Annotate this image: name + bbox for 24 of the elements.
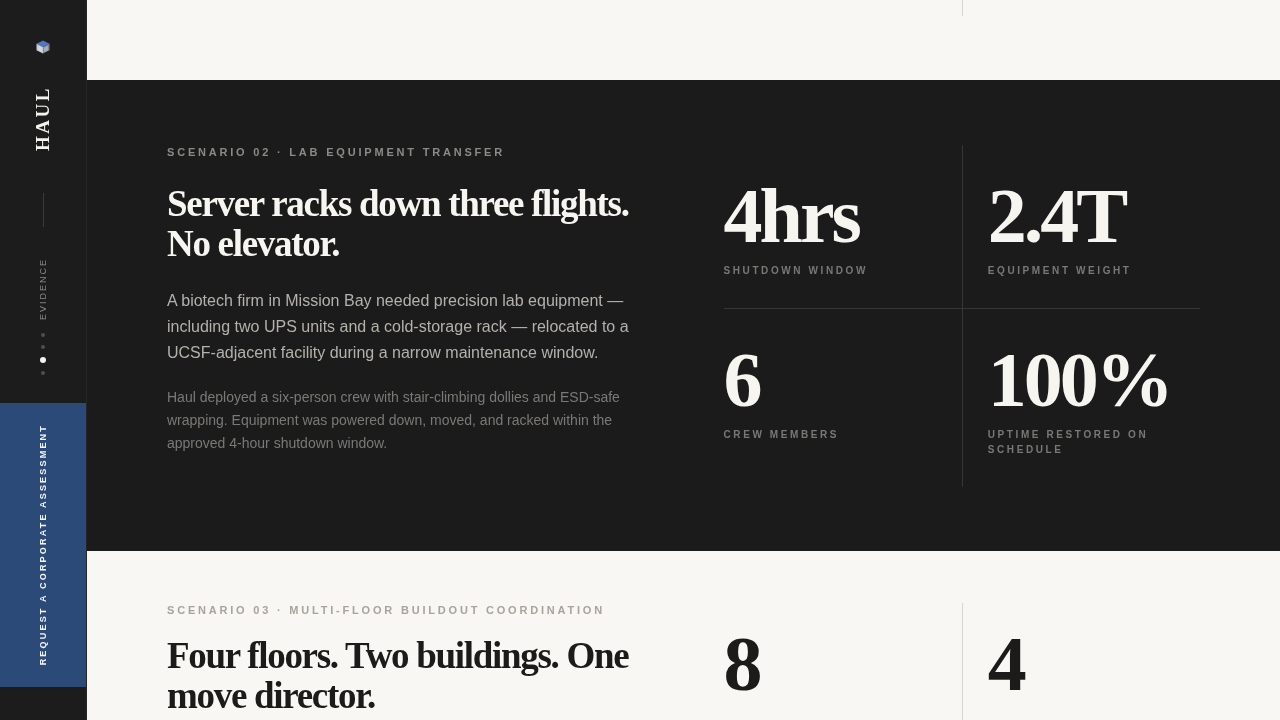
stat-label: SHUTDOWN WINDOW [723,264,870,278]
scenario-heading: Four floors. Two buildings. One move director. [167,636,630,716]
scenario-eyebrow: SCENARIO 03 · MULTI-FLOOR BUILDOUT COORDINATION [167,603,606,618]
stat-label: UPTIME RESTORED ON SCHEDULE [987,428,1150,457]
scenario-eyebrow: SCENARIO 02 · LAB EQUIPMENT TRANSFER [167,145,506,160]
stat-label: EQUIPMENT WEIGHT [987,264,1133,278]
section-dot-icon[interactable] [41,344,45,349]
scenario-detail: Haul deployed a six-person crew with stair-climbing dollies and ESD-safe wrapping. Equipment was powered down, moved, and racked within the approved 4-hour shutdown window. [167,388,621,453]
section-dot-icon[interactable] [41,370,45,375]
stat-value: 4hrs [723,177,861,255]
stat-value: 2.4T [987,177,1127,255]
section-label: EVIDENCE [38,257,48,320]
stat-value: 8 [723,625,761,703]
stat-value: 6 [723,341,761,419]
brand-wordmark: HAUL [33,86,53,151]
cube-icon [36,40,50,54]
stat-value: 4 [987,625,1026,703]
scenario-heading: Server racks down three flights. No elevator. [167,184,630,264]
section-dot-icon[interactable] [40,356,46,363]
stat-value: 100% [987,341,1172,419]
scenario-summary: A biotech firm in Mission Bay needed precision lab equipment — including two UPS units and a cold-storage rack — relocated to a UCSF-adjacent facility during a narrow maintenance window. [167,291,630,363]
section-dot-icon[interactable] [41,332,45,337]
assessment-button[interactable]: REQUEST A CORPORATE ASSESSMENT [0,403,86,687]
stat-label: CREW MEMBERS [723,428,841,442]
